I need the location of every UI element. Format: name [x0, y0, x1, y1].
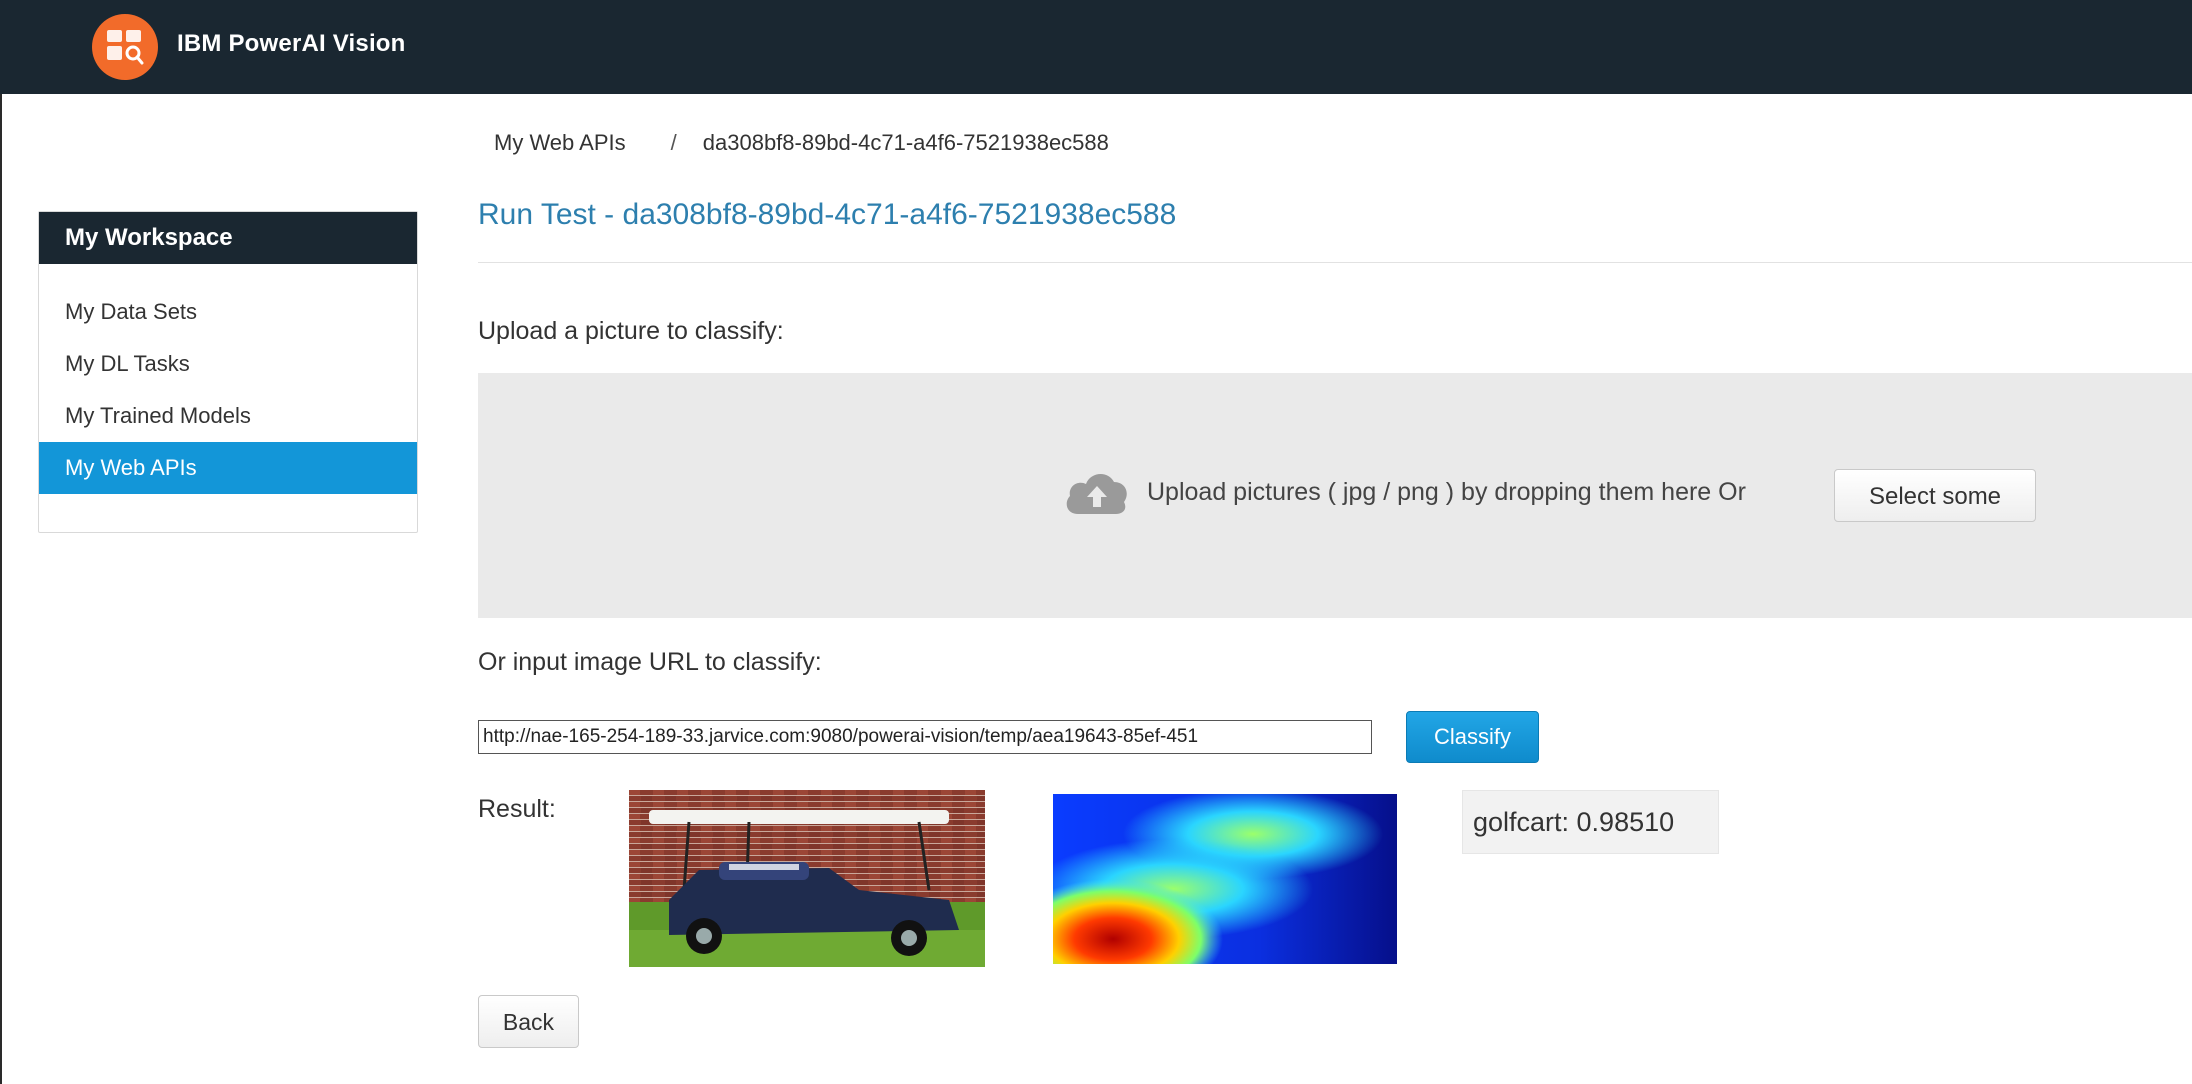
window-edge — [0, 94, 2, 1084]
breadcrumb-separator: / — [670, 130, 677, 155]
select-some-button[interactable]: Select some — [1834, 469, 2036, 522]
breadcrumb: My Web APIs / da308bf8-89bd-4c71-a4f6-7521… — [494, 130, 1109, 156]
upload-label: Upload a picture to classify: — [478, 317, 784, 345]
cloud-upload-icon — [1066, 473, 1127, 514]
classify-button[interactable]: Classify — [1406, 711, 1539, 763]
sidebar-item-my-trained-models[interactable]: My Trained Models — [39, 390, 417, 442]
sidebar-item-my-dl-tasks[interactable]: My DL Tasks — [39, 338, 417, 390]
powerai-vision-logo-icon[interactable] — [92, 14, 158, 80]
workspace-sidebar: My Workspace My Data Sets My DL Tasks My… — [38, 211, 418, 533]
classification-result-badge: golfcart: 0.98510 — [1462, 790, 1719, 854]
breadcrumb-link-my-web-apis[interactable]: My Web APIs — [494, 130, 626, 155]
breadcrumb-current: da308bf8-89bd-4c71-a4f6-7521938ec588 — [702, 130, 1109, 155]
url-label: Or input image URL to classify: — [478, 648, 822, 676]
page-title: Run Test - da308bf8-89bd-4c71-a4f6-75219… — [478, 198, 1177, 231]
sidebar-header: My Workspace — [39, 212, 417, 264]
sidebar-item-my-web-apis[interactable]: My Web APIs — [39, 442, 417, 494]
sidebar-item-my-data-sets[interactable]: My Data Sets — [39, 286, 417, 338]
activation-heatmap-image — [1053, 794, 1397, 964]
back-button[interactable]: Back — [478, 995, 579, 1048]
result-label: Result: — [478, 795, 556, 823]
image-url-input[interactable] — [478, 720, 1372, 754]
app-title: IBM PowerAI Vision — [177, 30, 406, 57]
title-divider — [478, 262, 2192, 263]
golfcart-result-image — [629, 790, 985, 967]
top-navigation-bar: IBM PowerAI Vision — [0, 0, 2192, 94]
sidebar-menu: My Data Sets My DL Tasks My Trained Mode… — [39, 264, 417, 494]
dropzone-instructions: Upload pictures ( jpg / png ) by droppin… — [1147, 478, 1746, 506]
